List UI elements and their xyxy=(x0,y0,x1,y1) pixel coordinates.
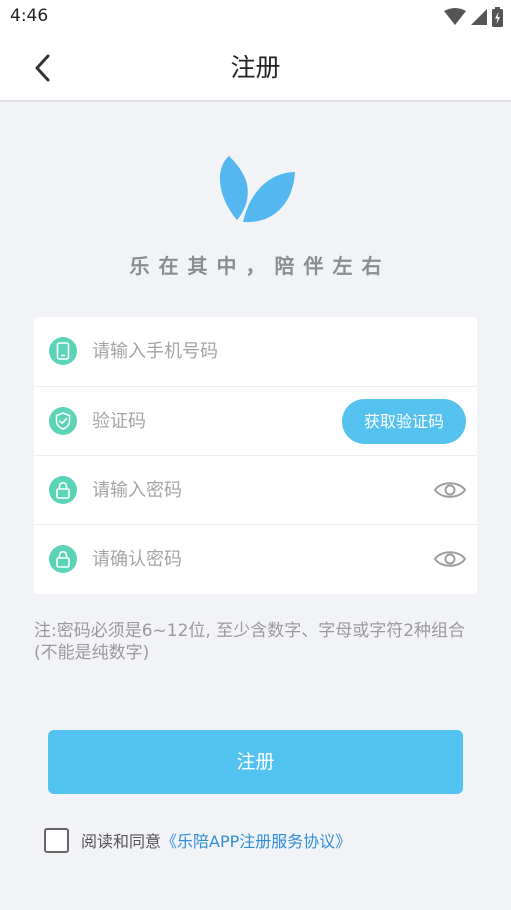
app-bar: 注册 xyxy=(0,34,511,102)
register-button[interactable]: 注册 xyxy=(48,730,463,794)
toggle-confirm-visibility-button[interactable] xyxy=(433,545,467,573)
agreement-link[interactable]: 《乐陪APP注册服务协议》 xyxy=(161,828,351,852)
code-row: 获取验证码 xyxy=(34,386,477,454)
confirm-password-row xyxy=(34,524,477,592)
battery-icon xyxy=(492,7,503,27)
signal-icon xyxy=(471,9,487,25)
lock-icon xyxy=(49,476,77,504)
register-form: 获取验证码 xyxy=(34,317,477,594)
wifi-icon xyxy=(444,8,466,25)
password-input[interactable] xyxy=(92,470,372,510)
shield-check-icon xyxy=(49,407,77,435)
brand-slogan: 乐在其中，陪伴左右 xyxy=(129,254,391,278)
phone-input[interactable] xyxy=(92,331,372,371)
status-bar: 4:46 xyxy=(0,0,511,34)
agreement-row: 阅读和同意 《乐陪APP注册服务协议》 xyxy=(44,826,351,854)
leaf-logo-icon xyxy=(219,156,295,223)
password-rule-note: 注:密码必须是6~12位, 至少含数字、字母或字符2种组合(不能是纯数字) xyxy=(34,621,466,663)
page-title: 注册 xyxy=(230,53,281,82)
phone-row xyxy=(34,317,477,385)
toggle-password-visibility-button[interactable] xyxy=(433,476,467,504)
agreement-prefix: 阅读和同意 xyxy=(81,832,162,851)
eye-icon xyxy=(433,551,467,567)
lock-icon xyxy=(49,545,77,573)
chevron-left-icon xyxy=(35,54,50,82)
phone-icon xyxy=(49,337,77,365)
status-time: 4:46 xyxy=(10,6,49,26)
password-row xyxy=(34,455,477,523)
eye-icon xyxy=(433,482,467,498)
verification-code-input[interactable] xyxy=(92,401,292,441)
get-code-button[interactable]: 获取验证码 xyxy=(342,399,466,444)
back-button[interactable] xyxy=(22,48,62,88)
confirm-password-input[interactable] xyxy=(92,539,372,579)
agreement-checkbox[interactable] xyxy=(44,827,69,853)
status-icons xyxy=(444,7,503,27)
